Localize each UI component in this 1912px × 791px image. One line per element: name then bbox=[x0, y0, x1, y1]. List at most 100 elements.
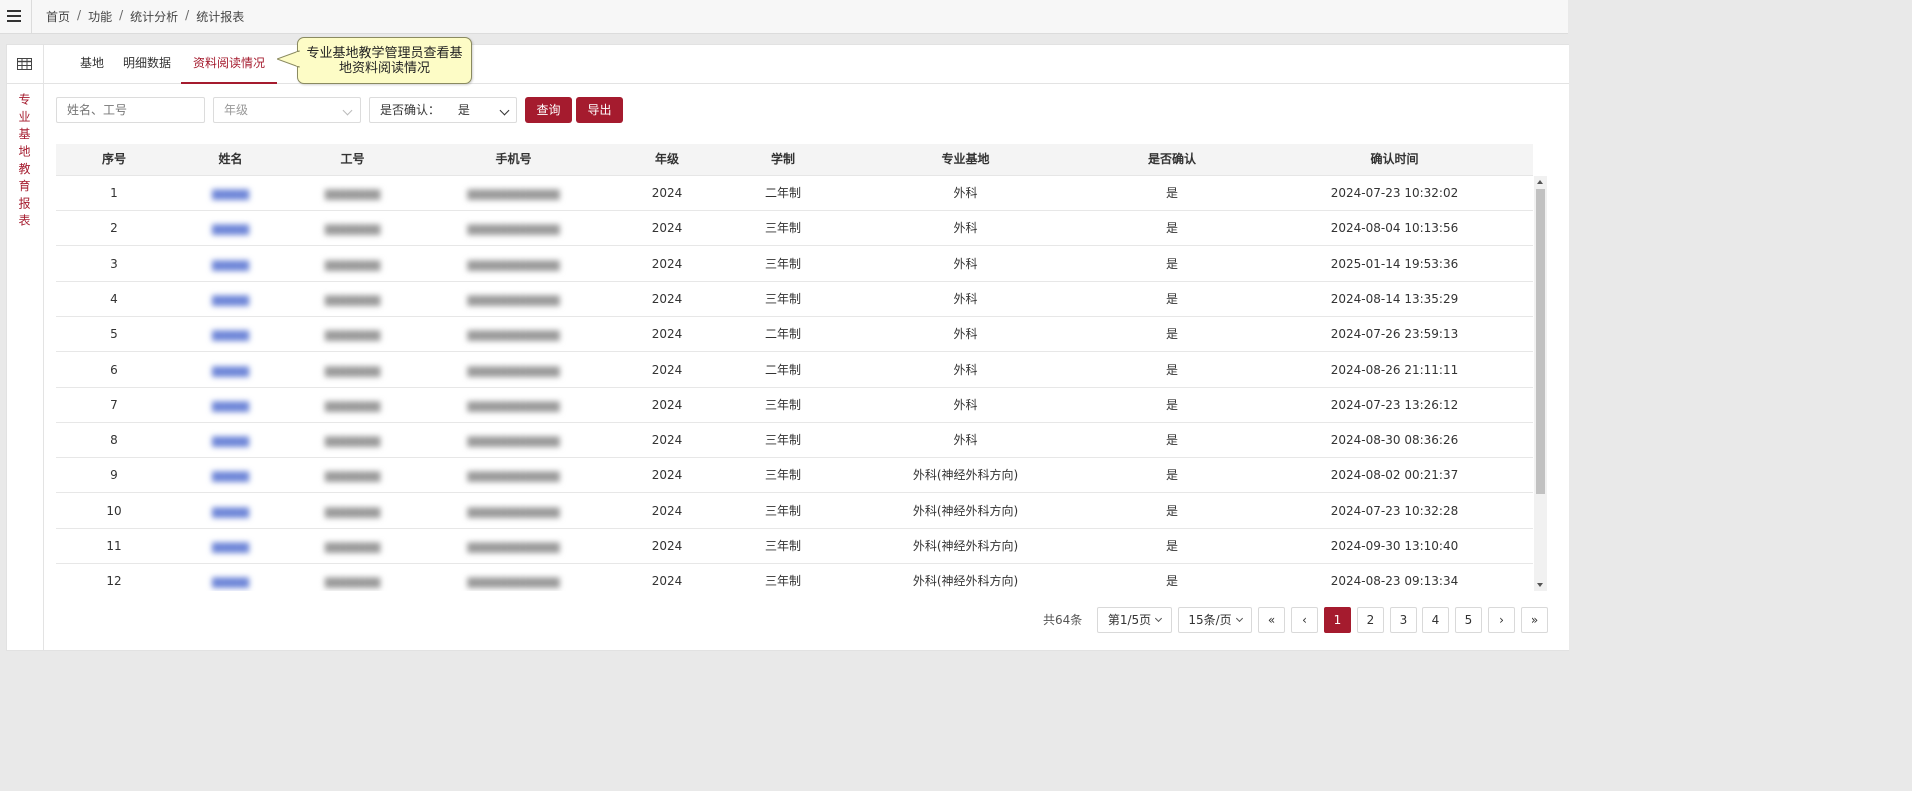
menu-toggle-icon[interactable] bbox=[0, 0, 32, 33]
next-page-button[interactable]: › bbox=[1488, 607, 1515, 633]
tab-bar: 基地 明细数据 资料阅读情况 bbox=[44, 45, 1569, 84]
breadcrumb-statistics[interactable]: 统计分析 bbox=[130, 8, 178, 25]
table-row[interactable]: 11 ▆▆▆▆ ▆▆▆▆▆▆ ▆▆▆▆▆▆▆▆▆▆ 2024 三年制 外科(神经外科方向) 是… bbox=[56, 529, 1533, 564]
breadcrumb: 首页 / 功能 / 统计分析 / 统计报表 bbox=[46, 8, 244, 25]
grade-cell: 2024 bbox=[651, 503, 683, 518]
chevron-down-icon bbox=[499, 105, 510, 116]
table-icon[interactable] bbox=[7, 45, 43, 84]
column-header[interactable]: 确认时间 bbox=[1256, 144, 1533, 175]
column-header[interactable]: 序号 bbox=[56, 144, 172, 175]
specialty-base-cell: 外科(神经外科方向) bbox=[912, 503, 1019, 518]
grade-select-placeholder: 年级 bbox=[224, 103, 249, 117]
page-button-2[interactable]: 2 bbox=[1357, 607, 1384, 633]
confirmed-cell: 是 bbox=[1165, 221, 1178, 236]
table-row[interactable]: 5 ▆▆▆▆ ▆▆▆▆▆▆ ▆▆▆▆▆▆▆▆▆▆ 2024 二年制 外科是 2024-07-2… bbox=[56, 317, 1533, 353]
first-page-button[interactable]: « bbox=[1258, 607, 1285, 633]
column-header[interactable]: 姓名 bbox=[172, 144, 289, 175]
phone-cell: ▆▆▆▆▆▆▆▆▆▆ bbox=[416, 529, 611, 564]
query-button[interactable]: 查询 bbox=[525, 97, 572, 123]
tab-reading-status[interactable]: 资料阅读情况 bbox=[181, 45, 277, 84]
redacted-text: ▆▆▆▆▆▆▆▆▆▆ bbox=[467, 291, 560, 306]
grade-cell: 2024 bbox=[651, 291, 683, 306]
confirmed-cell: 是 bbox=[1165, 574, 1178, 589]
scrollbar-thumb[interactable] bbox=[1536, 189, 1545, 494]
confirm-time-cell: 2024-07-26 23:59:13 bbox=[1330, 327, 1459, 342]
name-search-input[interactable] bbox=[56, 97, 205, 123]
grade-cell: 2024 bbox=[651, 433, 683, 448]
program-length-cell: 三年制 bbox=[764, 433, 801, 448]
staff-id-cell: ▆▆▆▆▆▆ bbox=[289, 423, 416, 458]
page-size-select[interactable]: 15条/页 bbox=[1178, 607, 1252, 633]
column-header[interactable]: 学制 bbox=[723, 144, 843, 175]
row-number-cell: 9 bbox=[110, 468, 118, 483]
phone-cell: ▆▆▆▆▆▆▆▆▆▆ bbox=[416, 211, 611, 246]
name-cell: ▆▆▆▆ bbox=[172, 317, 289, 352]
redacted-text: ▆▆▆▆ bbox=[212, 256, 249, 271]
breadcrumb-function[interactable]: 功能 bbox=[88, 8, 112, 25]
confirm-time-cell: 2024-08-14 13:35:29 bbox=[1330, 291, 1459, 306]
staff-id-cell: ▆▆▆▆▆▆ bbox=[289, 317, 416, 352]
last-page-button[interactable]: » bbox=[1521, 607, 1548, 633]
page-button-5[interactable]: 5 bbox=[1455, 607, 1482, 633]
table-row[interactable]: 6 ▆▆▆▆ ▆▆▆▆▆▆ ▆▆▆▆▆▆▆▆▆▆ 2024 二年制 外科是 2024-08-2… bbox=[56, 353, 1533, 388]
table-row[interactable]: 8 ▆▆▆▆ ▆▆▆▆▆▆ ▆▆▆▆▆▆▆▆▆▆ 2024 三年制 外科是 2024-08-3… bbox=[56, 423, 1533, 459]
page-button-3[interactable]: 3 bbox=[1390, 607, 1417, 633]
column-header[interactable]: 工号 bbox=[289, 144, 416, 175]
confirm-time-cell: 2024-07-23 10:32:28 bbox=[1330, 503, 1459, 518]
page-select[interactable]: 第1/5页 bbox=[1097, 607, 1172, 633]
table-row[interactable]: 4 ▆▆▆▆ ▆▆▆▆▆▆ ▆▆▆▆▆▆▆▆▆▆ 2024 三年制 外科是 2024-08-1… bbox=[56, 282, 1533, 317]
page-button-1[interactable]: 1 bbox=[1324, 607, 1351, 633]
total-count: 共64条 bbox=[1043, 613, 1083, 627]
redacted-text: ▆▆▆▆▆▆▆▆▆▆ bbox=[467, 397, 560, 412]
redacted-text: ▆▆▆▆ bbox=[212, 468, 249, 483]
tab-detail-data[interactable]: 明细数据 bbox=[122, 45, 172, 83]
staff-id-cell: ▆▆▆▆▆▆ bbox=[289, 282, 416, 317]
column-header[interactable]: 手机号 bbox=[416, 144, 611, 175]
confirm-time-cell: 2024-07-23 13:26:12 bbox=[1330, 397, 1459, 412]
column-header[interactable]: 是否确认 bbox=[1088, 144, 1256, 175]
confirmed-cell: 是 bbox=[1165, 468, 1178, 483]
row-number-cell: 6 bbox=[110, 362, 118, 377]
grade-select[interactable]: 年级 bbox=[213, 97, 361, 123]
name-cell: ▆▆▆▆ bbox=[172, 423, 289, 458]
redacted-text: ▆▆▆▆ bbox=[212, 433, 249, 448]
table-scrollbar[interactable] bbox=[1534, 176, 1547, 591]
scroll-down-icon[interactable] bbox=[1537, 583, 1543, 587]
name-cell: ▆▆▆▆ bbox=[172, 388, 289, 423]
program-length-cell: 二年制 bbox=[764, 186, 801, 200]
redacted-text: ▆▆▆▆ bbox=[212, 397, 249, 412]
breadcrumb-home[interactable]: 首页 bbox=[46, 8, 70, 25]
staff-id-cell: ▆▆▆▆▆▆ bbox=[289, 353, 416, 388]
grade-cell: 2024 bbox=[651, 539, 683, 553]
redacted-text: ▆▆▆▆▆▆▆▆▆▆ bbox=[467, 327, 560, 342]
redacted-text: ▆▆▆▆▆▆▆▆▆▆ bbox=[467, 503, 560, 518]
specialty-base-cell: 外科(神经外科方向) bbox=[912, 539, 1019, 553]
table-row[interactable]: 10 ▆▆▆▆ ▆▆▆▆▆▆ ▆▆▆▆▆▆▆▆▆▆ 2024 三年制 外科(神经外科方向) 是… bbox=[56, 494, 1533, 529]
table-row[interactable]: 12 ▆▆▆▆ ▆▆▆▆▆▆ ▆▆▆▆▆▆▆▆▆▆ 2024 三年制 外科(神经外科方向) 是… bbox=[56, 564, 1533, 591]
redacted-text: ▆▆▆▆ bbox=[212, 539, 249, 553]
staff-id-cell: ▆▆▆▆▆▆ bbox=[289, 564, 416, 591]
scroll-up-icon[interactable] bbox=[1537, 180, 1543, 184]
grade-cell: 2024 bbox=[651, 362, 683, 377]
phone-cell: ▆▆▆▆▆▆▆▆▆▆ bbox=[416, 317, 611, 352]
redacted-text: ▆▆▆▆ bbox=[212, 186, 249, 200]
prev-page-button[interactable]: ‹ bbox=[1291, 607, 1318, 633]
confirm-time-cell: 2024-08-23 09:13:34 bbox=[1330, 574, 1459, 589]
table-row[interactable]: 7 ▆▆▆▆ ▆▆▆▆▆▆ ▆▆▆▆▆▆▆▆▆▆ 2024 三年制 外科是 2024-07-2… bbox=[56, 388, 1533, 423]
export-button[interactable]: 导出 bbox=[576, 97, 623, 123]
table-row[interactable]: 2 ▆▆▆▆ ▆▆▆▆▆▆ ▆▆▆▆▆▆▆▆▆▆ 2024 三年制 外科是 2024-08-0… bbox=[56, 211, 1533, 247]
table-row[interactable]: 3 ▆▆▆▆ ▆▆▆▆▆▆ ▆▆▆▆▆▆▆▆▆▆ 2024 三年制 外科是 2025-01-1… bbox=[56, 247, 1533, 282]
table-row[interactable]: 9 ▆▆▆▆ ▆▆▆▆▆▆ ▆▆▆▆▆▆▆▆▆▆ 2024 三年制 外科(神经外科方向) 是 2… bbox=[56, 458, 1533, 494]
page-button-4[interactable]: 4 bbox=[1422, 607, 1449, 633]
row-number-cell: 1 bbox=[110, 186, 118, 200]
confirm-time-cell: 2024-07-23 10:32:02 bbox=[1330, 186, 1459, 200]
specialty-base-cell: 外科 bbox=[953, 362, 978, 377]
name-cell: ▆▆▆▆ bbox=[172, 494, 289, 529]
column-header[interactable]: 专业基地 bbox=[843, 144, 1088, 175]
table-row[interactable]: 1 ▆▆▆▆ ▆▆▆▆▆▆ ▆▆▆▆▆▆▆▆▆▆ 2024 二年制 外科是 2024-07-2… bbox=[56, 176, 1533, 211]
confirm-select[interactable]: 是否确认： 是 bbox=[369, 97, 517, 123]
table-header: 序号 姓名 工号 手机号 年级 学制 专业基地 是否确认 确认时间 bbox=[56, 144, 1533, 176]
column-header[interactable]: 年级 bbox=[611, 144, 723, 175]
tab-base[interactable]: 基地 bbox=[73, 45, 111, 83]
redacted-text: ▆▆▆▆ bbox=[212, 221, 249, 236]
